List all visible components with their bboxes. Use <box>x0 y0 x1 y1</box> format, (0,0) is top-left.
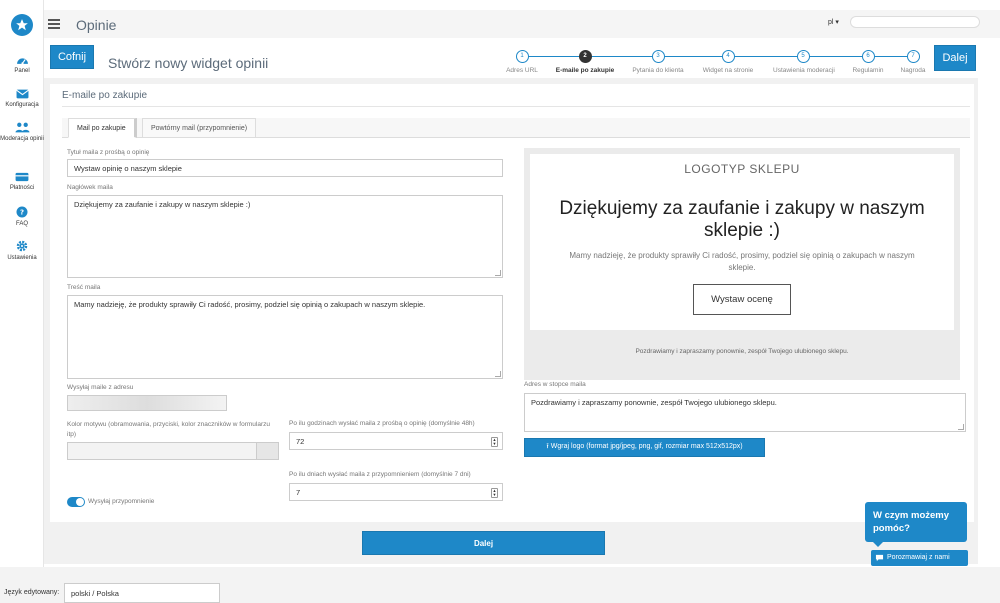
tab-powtorny-mail[interactable]: Powtórny mail (przypomnienie) <box>142 118 257 138</box>
step-3[interactable]: 3 Pytania do klienta <box>628 50 688 74</box>
chat-icon <box>875 554 884 562</box>
preview-heading: Dziękujemy za zaufanie i zakupy w naszym… <box>559 198 925 241</box>
topbar: Opinie pl ▾ <box>44 10 1000 38</box>
resize-handle-icon[interactable] <box>495 371 501 377</box>
sidebar-item-label: Panel <box>14 68 30 74</box>
wizard-stepper: 1 Adres URL 2 E-maile po zakupie 3 Pytania … <box>500 48 930 78</box>
chat-button[interactable]: Porozmawiaj z nami <box>871 550 968 566</box>
upload-logo-button[interactable]: ⭱ Wgraj logo (format jpg/jpeg, png, gif,… <box>524 438 765 457</box>
page-title: Stwórz nowy widget opinii <box>108 55 269 71</box>
step-1[interactable]: 1 Adres URL <box>492 50 552 74</box>
sidebar: Panel Konfiguracja Moderacja opinii Płat… <box>0 0 44 567</box>
resize-handle-icon[interactable] <box>495 270 501 276</box>
sidebar-item-label: Ustawienia <box>7 255 37 261</box>
language-select[interactable]: pl ▾ <box>828 18 839 26</box>
resize-handle-icon[interactable] <box>958 424 964 430</box>
email-preview: LOGOTYP SKLEPU Dziękujemy za zaufanie i … <box>524 148 960 380</box>
days-label: Po ilu dniach wysłać maila z przypomnien… <box>289 471 471 478</box>
step-4[interactable]: 4 Widget na stronie <box>698 50 758 74</box>
chat-bubble-tail <box>873 542 883 547</box>
step-5[interactable]: 5 Ustawienia moderacji <box>773 50 835 74</box>
footer-address-value: Pozdrawiamy i zapraszamy ponownie, zespó… <box>531 398 777 407</box>
body-textarea[interactable]: Mamy nadzieję, że produkty sprawiły Ci r… <box>67 295 503 379</box>
footer-address-label: Adres w stopce maila <box>524 381 586 388</box>
sidebar-item-konfiguracja[interactable]: Konfiguracja <box>0 89 44 109</box>
sidebar-item-label: FAQ <box>15 221 28 227</box>
sidebar-item-platnosci[interactable]: Płatności <box>0 172 44 192</box>
users-icon <box>15 122 29 133</box>
bottom-bar: Język edytowany: polski / Polska <box>0 567 1000 603</box>
heading-label: Nagłówek maila <box>67 184 113 191</box>
body-value: Mamy nadzieję, że produkty sprawiły Ci r… <box>74 300 426 309</box>
svg-text:?: ? <box>20 209 24 217</box>
sidebar-item-label: Moderacja opinii <box>0 136 44 142</box>
email-preview-card: LOGOTYP SKLEPU Dziękujemy za zaufanie i … <box>530 154 954 330</box>
stepper-arrows-icon[interactable]: ▲ ▼ <box>491 488 498 498</box>
sender-input[interactable] <box>67 395 227 411</box>
sidebar-item-moderacja[interactable]: Moderacja opinii <box>0 122 44 143</box>
sidebar-item-label: Płatności <box>9 185 35 191</box>
sidebar-item-panel[interactable]: Panel <box>0 54 44 75</box>
envelope-icon <box>15 89 29 99</box>
step-2[interactable]: 2 E-maile po zakupie <box>555 50 615 74</box>
edited-language-label: Język edytowany: <box>4 589 60 596</box>
reminder-label: Wysyłaj przypomnienie <box>88 498 155 505</box>
subject-label: Tytuł maila z prośbą o opinię <box>67 149 150 156</box>
color-input[interactable] <box>67 442 279 460</box>
hours-value: 72 <box>296 437 305 446</box>
color-label: Kolor motywu (obramowania, przyciski, ko… <box>67 421 271 438</box>
footer-address-textarea[interactable]: Pozdrawiamy i zapraszamy ponownie, zespó… <box>524 393 966 432</box>
user-menu[interactable] <box>850 16 980 28</box>
preview-footer: Pozdrawiamy i zapraszamy ponownie, zespó… <box>635 348 849 355</box>
days-input[interactable]: 7 ▲ ▼ <box>289 483 503 501</box>
preview-logo: LOGOTYP SKLEPU <box>684 162 800 176</box>
days-value: 7 <box>296 488 301 497</box>
sidebar-item-ustawienia[interactable]: Ustawienia <box>0 240 44 262</box>
menu-icon[interactable] <box>48 19 60 31</box>
color-picker-button[interactable] <box>256 443 278 459</box>
body-label: Treść maila <box>67 284 101 291</box>
heading-value: Dziękujemy za zaufanie i zakupy w naszym… <box>74 200 251 209</box>
preview-rate-button[interactable]: Wystaw ocenę <box>693 284 791 315</box>
divider <box>62 106 970 107</box>
tab-bar: Mail po zakupie Powtórny mail (przypomni… <box>62 118 970 138</box>
sender-label: Wysyłaj maile z adresu <box>67 384 134 391</box>
email-settings-panel: E-maile po zakupie Mail po zakupie Powtó… <box>50 84 974 522</box>
preview-text: Mamy nadzieję, że produkty sprawiły Ci r… <box>569 251 915 272</box>
section-title: E-maile po zakupie <box>62 90 148 101</box>
upload-logo-label: Wgraj logo (format jpg/jpeg, png, gif, r… <box>550 443 743 450</box>
app-title: Opinie <box>76 17 117 33</box>
question-icon: ? <box>16 206 28 218</box>
app-logo-icon[interactable] <box>11 14 33 36</box>
edited-language-select[interactable]: polski / Polska <box>64 583 220 603</box>
next-button-bottom[interactable]: Dalej <box>362 531 605 555</box>
sidebar-item-faq[interactable]: ? FAQ <box>0 206 44 228</box>
dashboard-icon <box>16 58 28 65</box>
step-7[interactable]: 7 Nagroda <box>883 50 943 74</box>
gear-icon <box>16 240 28 252</box>
back-button[interactable]: Cofnij <box>50 45 94 69</box>
upload-icon: ⭱ <box>546 443 549 450</box>
stepper-arrows-icon[interactable]: ▲ ▼ <box>491 437 498 447</box>
tab-mail-po-zakupie[interactable]: Mail po zakupie <box>68 118 137 138</box>
chat-bubble[interactable]: W czym możemy pomóc? <box>865 502 967 542</box>
hours-label: Po ilu godzinach wysłać maila z prośbą o… <box>289 420 475 427</box>
hours-input[interactable]: 72 ▲ ▼ <box>289 432 503 450</box>
reminder-toggle[interactable] <box>67 497 85 507</box>
heading-textarea[interactable]: Dziękujemy za zaufanie i zakupy w naszym… <box>67 195 503 278</box>
chat-button-label: Porozmawiaj z nami <box>887 554 950 561</box>
card-icon <box>15 172 29 182</box>
sidebar-item-label: Konfiguracja <box>5 102 39 108</box>
subject-input[interactable]: Wystaw opinię o naszym sklepie <box>67 159 503 177</box>
